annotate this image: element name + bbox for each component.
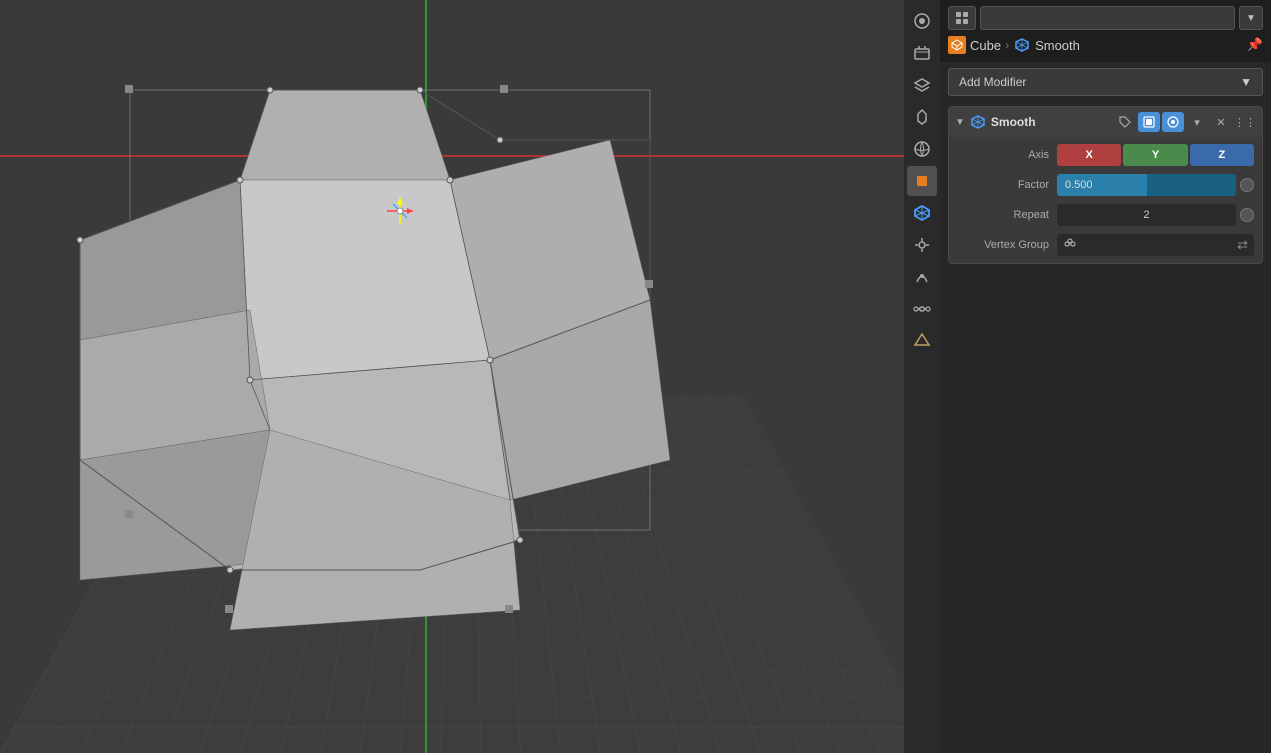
repeat-label: Repeat bbox=[957, 209, 1057, 221]
axis-y-button[interactable]: Y bbox=[1123, 144, 1187, 166]
mesh-object[interactable] bbox=[70, 80, 710, 640]
panel-header: ▼ Cube › Smooth 📌 bbox=[940, 0, 1271, 62]
props-world-icon[interactable] bbox=[907, 134, 937, 164]
modifier-delete-button[interactable]: ✕ bbox=[1210, 112, 1232, 132]
vertex-group-icon bbox=[1063, 237, 1077, 254]
modifier-type-icon bbox=[1013, 36, 1031, 54]
props-physics-icon[interactable] bbox=[907, 262, 937, 292]
search-input[interactable] bbox=[980, 6, 1235, 30]
factor-value: 0.500 bbox=[1065, 179, 1093, 191]
add-modifier-section: Add Modifier ▼ bbox=[940, 62, 1271, 102]
modifier-collapse-button[interactable]: ▼ bbox=[955, 117, 965, 128]
repeat-value: 2 bbox=[1143, 209, 1149, 221]
factor-keyframe-button[interactable] bbox=[1240, 178, 1254, 192]
add-modifier-chevron: ▼ bbox=[1240, 75, 1252, 89]
transform-gizmo[interactable] bbox=[385, 196, 415, 226]
axis-row: Axis X Y Z bbox=[957, 143, 1254, 167]
3d-viewport[interactable]: ✋ bbox=[0, 0, 940, 753]
expand-panel-button[interactable]: ▼ bbox=[1239, 6, 1263, 30]
repeat-row: Repeat 2 bbox=[957, 203, 1254, 227]
properties-sidebar bbox=[904, 0, 940, 753]
factor-field[interactable]: 0.500 bbox=[1057, 174, 1236, 196]
breadcrumb: Cube › Smooth 📌 bbox=[948, 34, 1263, 56]
props-render-icon[interactable] bbox=[907, 6, 937, 36]
modifier-icon bbox=[969, 113, 987, 131]
props-view-layer-icon[interactable] bbox=[907, 70, 937, 100]
properties-panel: ▼ Cube › Smooth 📌 bbox=[940, 0, 1271, 753]
object-type-icon bbox=[948, 36, 966, 54]
modifier-name: Smooth bbox=[991, 115, 1110, 129]
modifier-header-icons: ▾ ✕ ⋮⋮ bbox=[1114, 112, 1256, 132]
add-modifier-label: Add Modifier bbox=[959, 75, 1026, 89]
props-output-icon[interactable] bbox=[907, 38, 937, 68]
factor-row: Factor 0.500 bbox=[957, 173, 1254, 197]
modifier-editmode-button[interactable] bbox=[1114, 112, 1136, 132]
modifier-name-breadcrumb: Smooth bbox=[1035, 38, 1243, 53]
smooth-modifier-card: ▼ Smooth bbox=[948, 106, 1263, 264]
modifier-more-button[interactable]: ▾ bbox=[1186, 112, 1208, 132]
props-object-icon[interactable] bbox=[907, 166, 937, 196]
axis-x-button[interactable]: X bbox=[1057, 144, 1121, 166]
modifier-drag-handle[interactable]: ⋮⋮ bbox=[1234, 112, 1256, 132]
axis-z-button[interactable]: Z bbox=[1190, 144, 1254, 166]
breadcrumb-separator: › bbox=[1005, 38, 1009, 52]
props-object-data-icon[interactable] bbox=[907, 326, 937, 356]
vertex-group-field[interactable]: ⇄ bbox=[1057, 234, 1254, 256]
axis-label: Axis bbox=[957, 149, 1057, 161]
props-particles-icon[interactable] bbox=[907, 230, 937, 260]
object-name: Cube bbox=[970, 38, 1001, 53]
pin-icon[interactable]: 📌 bbox=[1247, 37, 1263, 53]
panel-mode-button[interactable] bbox=[948, 6, 976, 30]
props-constraints-icon[interactable] bbox=[907, 294, 937, 324]
vertex-group-row: Vertex Group ⇄ bbox=[957, 233, 1254, 257]
swap-direction-icon[interactable]: ⇄ bbox=[1237, 237, 1248, 253]
repeat-keyframe-button[interactable] bbox=[1240, 208, 1254, 222]
modifier-header: ▼ Smooth bbox=[949, 107, 1262, 137]
props-modifier-icon[interactable] bbox=[907, 198, 937, 228]
axis-buttons: X Y Z bbox=[1057, 144, 1254, 166]
add-modifier-button[interactable]: Add Modifier ▼ bbox=[948, 68, 1263, 96]
modifier-realtime-button[interactable] bbox=[1138, 112, 1160, 132]
props-scene-icon[interactable] bbox=[907, 102, 937, 132]
modifier-properties: Axis X Y Z Factor 0.500 Repeat 2 bbox=[949, 137, 1262, 263]
vertex-group-label: Vertex Group bbox=[957, 239, 1057, 251]
repeat-field[interactable]: 2 bbox=[1057, 204, 1236, 226]
modifier-render-button[interactable] bbox=[1162, 112, 1184, 132]
search-row: ▼ bbox=[948, 6, 1263, 30]
factor-label: Factor bbox=[957, 179, 1057, 191]
